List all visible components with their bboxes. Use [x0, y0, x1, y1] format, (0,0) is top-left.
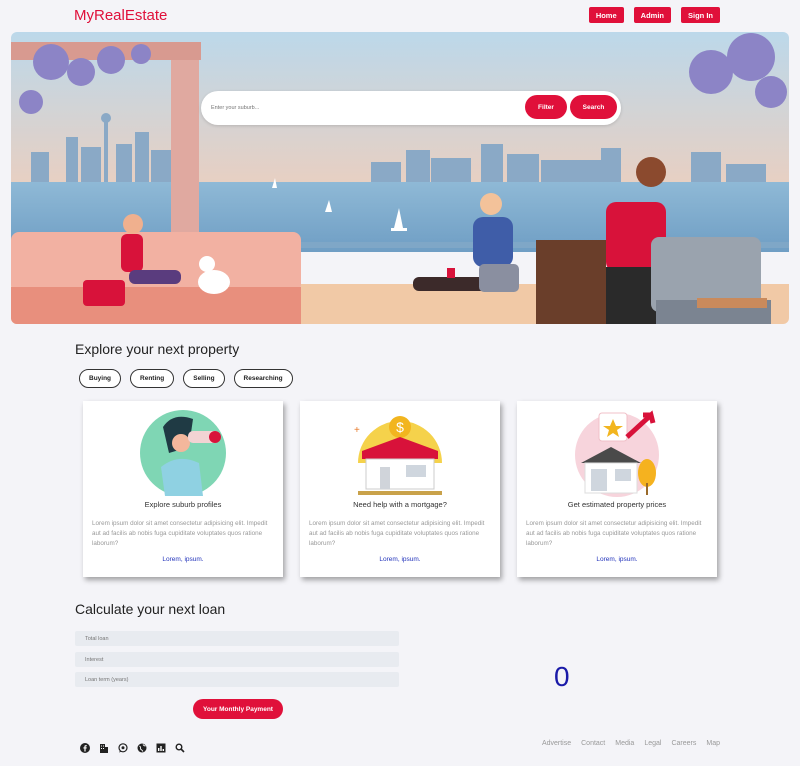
home-button[interactable]: Home — [588, 7, 624, 23]
footer-link-map[interactable]: Map — [706, 740, 720, 747]
card-title: Need help with a mortgage? — [353, 500, 447, 509]
footer-link-contact[interactable]: Contact — [581, 740, 605, 747]
card-link[interactable]: Lorem, ipsum. — [83, 556, 283, 563]
globe-icon[interactable] — [137, 740, 147, 753]
footer-link-media[interactable]: Media — [615, 740, 634, 747]
header: MyRealEstate Home Admin Sign In — [0, 0, 800, 32]
chip-renting[interactable]: Renting — [130, 369, 175, 388]
chart-icon[interactable] — [156, 740, 166, 753]
mortgage-house-illustration: $ + — [354, 416, 442, 495]
search-bar: Filter Search — [201, 91, 621, 125]
card-text: Lorem ipsum dolor sit amet consectetur a… — [526, 520, 702, 547]
loan-title: Calculate your next loan — [75, 601, 226, 617]
search-icon[interactable] — [175, 740, 185, 753]
card-text: Lorem ipsum dolor sit amet consectetur a… — [309, 520, 485, 547]
loan-term-field[interactable] — [75, 672, 399, 687]
hero-banner: Filter Search — [11, 32, 789, 324]
category-chips: Buying Renting Selling Researching — [79, 369, 293, 388]
hero-illustration — [11, 32, 789, 324]
suburb-search-input[interactable] — [211, 99, 511, 117]
card-title: Get estimated property prices — [567, 500, 667, 509]
payment-result: 0 — [554, 661, 570, 692]
main-nav: Home Admin Sign In — [588, 7, 720, 23]
explore-title: Explore your next property — [75, 341, 240, 357]
card-text: Lorem ipsum dolor sit amet consectetur a… — [92, 520, 268, 547]
chip-buying[interactable]: Buying — [79, 369, 122, 388]
card-link[interactable]: Lorem, ipsum. — [517, 556, 717, 563]
property-price-illustration — [575, 410, 659, 497]
whatsapp-icon[interactable] — [118, 740, 128, 753]
binoculars-illustration — [140, 410, 226, 496]
monthly-payment-button[interactable]: Your Monthly Payment — [193, 699, 283, 719]
facebook-icon[interactable] — [80, 740, 90, 753]
chip-selling[interactable]: Selling — [183, 369, 225, 388]
building-icon[interactable] — [99, 740, 109, 753]
social-icons — [80, 740, 185, 753]
card-mortgage-help[interactable]: $ + Need help with a mortgage? Lorem ips… — [300, 401, 500, 577]
card-link[interactable]: Lorem, ipsum. — [300, 556, 500, 563]
footer-link-advertise[interactable]: Advertise — [542, 740, 571, 747]
footer-link-legal[interactable]: Legal — [644, 740, 661, 747]
footer-links: Advertise Contact Media Legal Careers Ma… — [542, 740, 720, 747]
interest-field[interactable] — [75, 652, 399, 667]
footer-link-careers[interactable]: Careers — [671, 740, 696, 747]
total-loan-field[interactable] — [75, 631, 399, 646]
card-title: Explore suburb profiles — [144, 500, 222, 509]
search-button[interactable]: Search — [570, 95, 617, 119]
chip-researching[interactable]: Researching — [233, 369, 293, 388]
svg-text:+: + — [354, 425, 360, 436]
logo[interactable]: MyRealEstate — [74, 7, 167, 24]
svg-text:$: $ — [396, 419, 404, 435]
filter-button[interactable]: Filter — [525, 95, 567, 119]
sign-in-button[interactable]: Sign In — [681, 7, 720, 23]
admin-button[interactable]: Admin — [633, 7, 671, 23]
card-property-prices[interactable]: Get estimated property prices Lorem ipsu… — [517, 401, 717, 577]
card-suburb-profiles[interactable]: Explore suburb profiles Lorem ipsum dolo… — [83, 401, 283, 577]
